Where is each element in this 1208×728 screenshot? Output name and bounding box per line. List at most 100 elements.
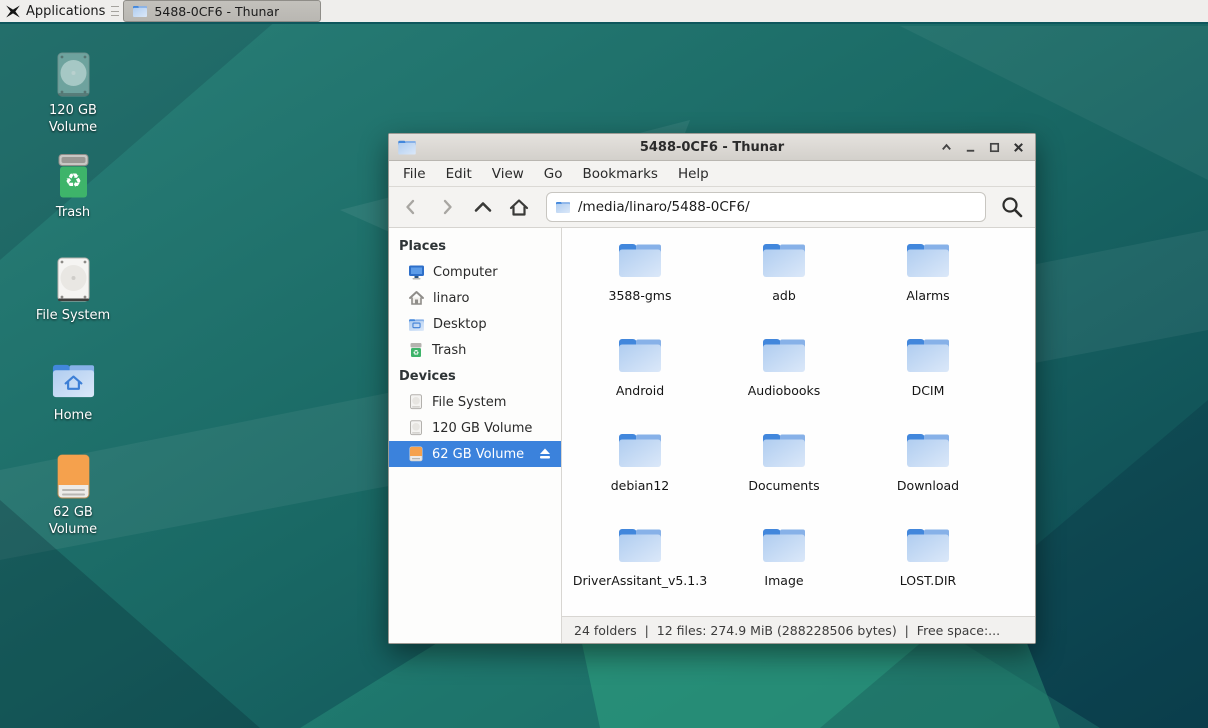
svg-text:♻: ♻	[413, 349, 419, 357]
folder-name: DCIM	[912, 383, 945, 398]
statusbar: 24 folders | 12 files: 274.9 MiB (288228…	[562, 616, 1035, 643]
desktop-icon-home[interactable]: Home	[27, 356, 119, 425]
sidebar-item-label: Trash	[432, 343, 466, 358]
folder-item[interactable]: DCIM	[856, 333, 1000, 428]
menu-edit[interactable]: Edit	[436, 163, 482, 185]
sidebar-item-label: 120 GB Volume	[432, 421, 532, 436]
sidebar-item-label: 62 GB Volume	[432, 447, 524, 462]
applications-menu-button[interactable]: Applications	[0, 0, 111, 23]
menu-view[interactable]: View	[482, 163, 534, 185]
desktop-icon-120gb-volume[interactable]: 120 GB Volume	[27, 51, 119, 136]
folder-item[interactable]: adb	[712, 238, 856, 333]
menu-bookmarks[interactable]: Bookmarks	[573, 163, 668, 185]
folder-name: LOST.DIR	[900, 573, 956, 588]
desktop-icon-62gb-volume[interactable]: 62 GB Volume	[27, 453, 119, 538]
search-button[interactable]	[998, 193, 1026, 221]
sidebar-item-linaro[interactable]: linaro	[389, 285, 561, 311]
desktop-icon-label: 62 GB Volume	[27, 505, 119, 538]
location-bar[interactable]	[546, 192, 986, 222]
drive-icon	[408, 420, 424, 436]
taskbar-window-label: 5488-0CF6 - Thunar	[154, 4, 279, 19]
folder-item[interactable]: LOST.DIR	[856, 523, 1000, 616]
menu-file[interactable]: File	[393, 163, 436, 185]
orange-volume-icon	[50, 453, 97, 500]
folder-icon	[760, 428, 808, 470]
folder-item[interactable]: Documents	[712, 428, 856, 523]
folder-icon	[616, 333, 664, 375]
sidebar-item-label: File System	[432, 395, 506, 410]
svg-text:♻: ♻	[64, 170, 81, 192]
folder-item[interactable]: Image	[712, 523, 856, 616]
folder-item[interactable]: DriverAssitant_v5.1.3	[568, 523, 712, 616]
folder-name: Alarms	[906, 288, 949, 303]
minimize-button[interactable]	[963, 140, 977, 154]
sidebar: Places Computer linaro	[389, 228, 562, 643]
folder-name: adb	[772, 288, 796, 303]
panel-grip-handle[interactable]	[111, 4, 119, 18]
sidebar-item-label: Computer	[433, 265, 498, 280]
thunar-window: 5488-0CF6 - Thunar File Edit View Go Boo…	[388, 133, 1036, 644]
search-icon	[1000, 195, 1024, 219]
folder-name: Download	[897, 478, 959, 493]
top-panel: Applications 5488-0CF6 - Thunar	[0, 0, 1208, 24]
file-view: 3588-gms adb Alarms Android Audiobooks	[562, 228, 1035, 643]
desktop-icon-trash[interactable]: ♻ Trash	[27, 153, 119, 222]
folder-item[interactable]: Download	[856, 428, 1000, 523]
menubar: File Edit View Go Bookmarks Help	[389, 161, 1035, 187]
places-header: Places	[389, 233, 561, 259]
folder-name: 3588-gms	[609, 288, 672, 303]
folder-item[interactable]: 3588-gms	[568, 238, 712, 333]
sidebar-item-label: linaro	[433, 291, 469, 306]
folder-item[interactable]: Alarms	[856, 238, 1000, 333]
desktop-icon-label: File System	[36, 308, 110, 325]
folder-name: Audiobooks	[748, 383, 821, 398]
eject-icon[interactable]	[538, 447, 552, 460]
folder-item[interactable]: debian12	[568, 428, 712, 523]
toolbar	[389, 187, 1035, 228]
sidebar-item-trash[interactable]: ♻ Trash	[389, 337, 561, 363]
desktop-icon-file-system[interactable]: File System	[27, 256, 119, 325]
shade-button[interactable]	[939, 140, 953, 154]
folder-icon	[616, 238, 664, 280]
taskbar-window-button[interactable]: 5488-0CF6 - Thunar	[123, 0, 321, 22]
folder-name: debian12	[611, 478, 670, 493]
folder-item[interactable]: Android	[568, 333, 712, 428]
sidebar-item-62gb-volume[interactable]: 62 GB Volume	[389, 441, 561, 467]
trash-small-icon: ♻	[408, 342, 424, 358]
home-folder-icon	[50, 356, 97, 403]
computer-icon	[408, 264, 425, 280]
desktop-icon-label: Trash	[56, 205, 90, 222]
folder-icon	[616, 428, 664, 470]
hard-drive-icon	[50, 256, 97, 303]
orange-drive-icon	[408, 446, 424, 462]
menu-help[interactable]: Help	[668, 163, 719, 185]
folder-icon	[616, 523, 664, 565]
folder-icon	[904, 238, 952, 280]
folder-icon	[760, 238, 808, 280]
up-button[interactable]	[470, 194, 496, 220]
close-button[interactable]	[1011, 140, 1025, 154]
desktop-folder-icon	[408, 317, 425, 332]
sidebar-item-120gb-volume[interactable]: 120 GB Volume	[389, 415, 561, 441]
xfce-logo-icon	[5, 4, 21, 19]
forward-button[interactable]	[434, 194, 460, 220]
sidebar-item-label: Desktop	[433, 317, 487, 332]
folder-name: Android	[616, 383, 664, 398]
translucent-drive-icon	[50, 51, 97, 98]
folder-icon	[760, 523, 808, 565]
sidebar-item-computer[interactable]: Computer	[389, 259, 561, 285]
home-button[interactable]	[506, 194, 532, 220]
path-input[interactable]	[578, 199, 977, 215]
sidebar-item-desktop[interactable]: Desktop	[389, 311, 561, 337]
back-button[interactable]	[398, 194, 424, 220]
folder-icon	[904, 523, 952, 565]
window-titlebar[interactable]: 5488-0CF6 - Thunar	[389, 134, 1035, 161]
menu-go[interactable]: Go	[534, 163, 573, 185]
folder-icon	[760, 333, 808, 375]
folder-item[interactable]: Audiobooks	[712, 333, 856, 428]
files-grid: 3588-gms adb Alarms Android Audiobooks	[562, 228, 1035, 616]
folder-name: Image	[764, 573, 803, 588]
maximize-button[interactable]	[987, 140, 1001, 154]
sidebar-item-file-system[interactable]: File System	[389, 389, 561, 415]
desktop-icon-label: Home	[54, 408, 92, 425]
